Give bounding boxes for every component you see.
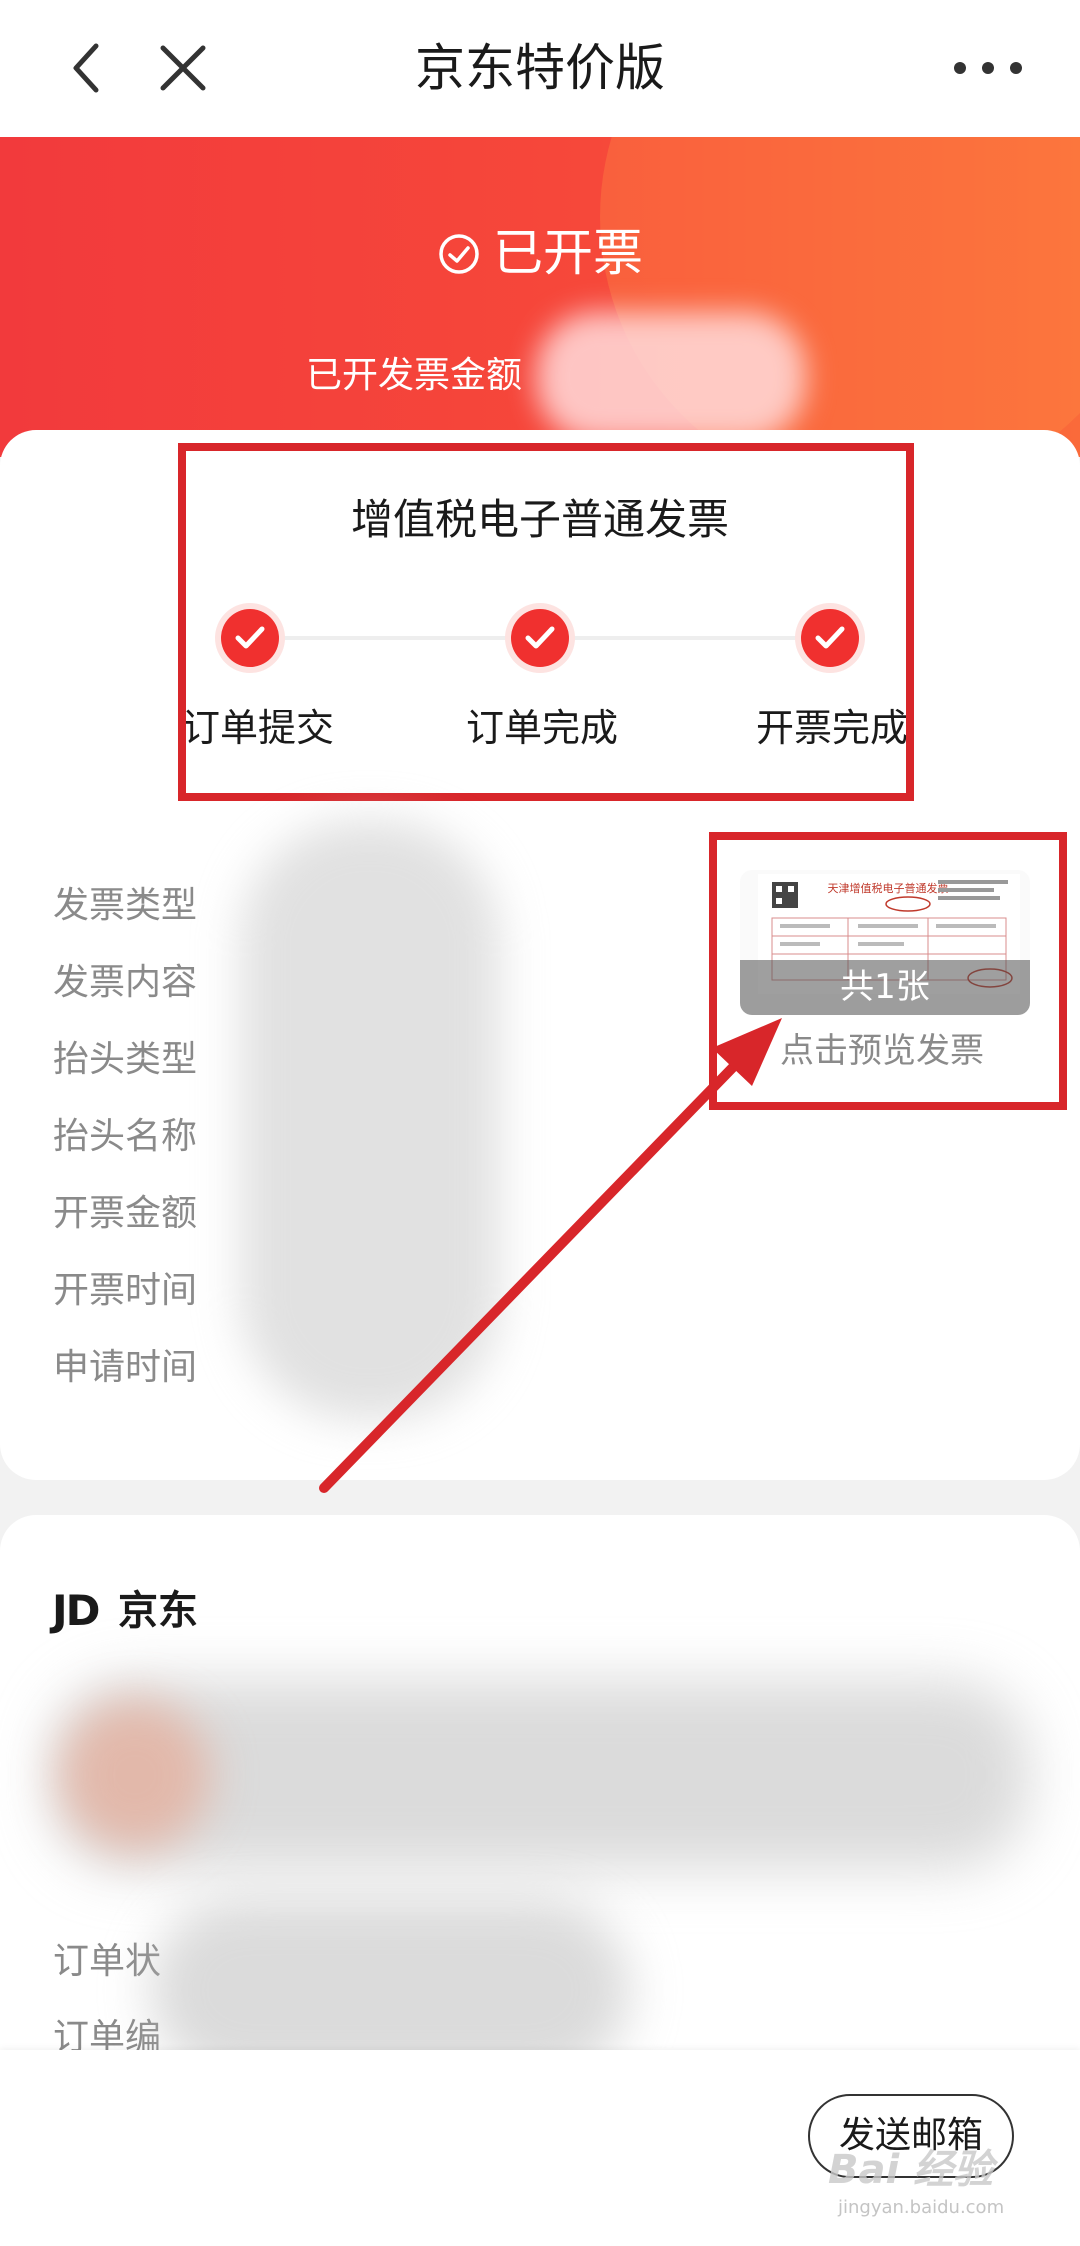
invoiced-amount: 已开发票金额 <box>306 312 807 442</box>
field-label-apply-time: 申请时间 <box>53 1347 198 1388</box>
invoiced-amount-redacted <box>536 312 807 442</box>
field-label-invoice-time: 开票时间 <box>53 1270 198 1311</box>
baidu-watermark: Bai 经验 <box>828 2147 994 2193</box>
order-status-label: 订单状 <box>53 1941 162 1982</box>
field-label-invoice-type: 发票类型 <box>53 885 198 926</box>
field-values-redacted <box>240 820 500 1420</box>
status-banner: 已开票 已开发票金额 <box>0 137 1080 457</box>
invoiced-amount-label: 已开发票金额 <box>306 355 523 396</box>
more-button[interactable] <box>948 52 1028 84</box>
baidu-watermark-url: jingyan.baidu.com <box>838 2197 1005 2218</box>
page-title: 京东特价版 <box>415 39 665 97</box>
jd-logo: JD <box>52 1586 100 1635</box>
invoice-status: 已开票 <box>0 221 1080 285</box>
shop-name: 京东 <box>118 1588 198 1634</box>
top-nav-bar: 京东特价版 <box>0 0 1080 137</box>
annotation-box-preview <box>709 832 1067 1110</box>
field-label-invoice-amount: 开票金额 <box>53 1193 198 1234</box>
invoice-status-text: 已开票 <box>493 224 643 282</box>
product-thumbnail <box>60 1700 210 1850</box>
annotation-box-progress <box>178 443 914 801</box>
field-label-title-name: 抬头名称 <box>53 1116 198 1157</box>
field-label-invoice-content: 发票内容 <box>53 962 198 1003</box>
more-horizontal-icon <box>954 62 1022 74</box>
check-circle-icon <box>439 234 479 274</box>
field-label-title-type: 抬头类型 <box>53 1039 198 1080</box>
